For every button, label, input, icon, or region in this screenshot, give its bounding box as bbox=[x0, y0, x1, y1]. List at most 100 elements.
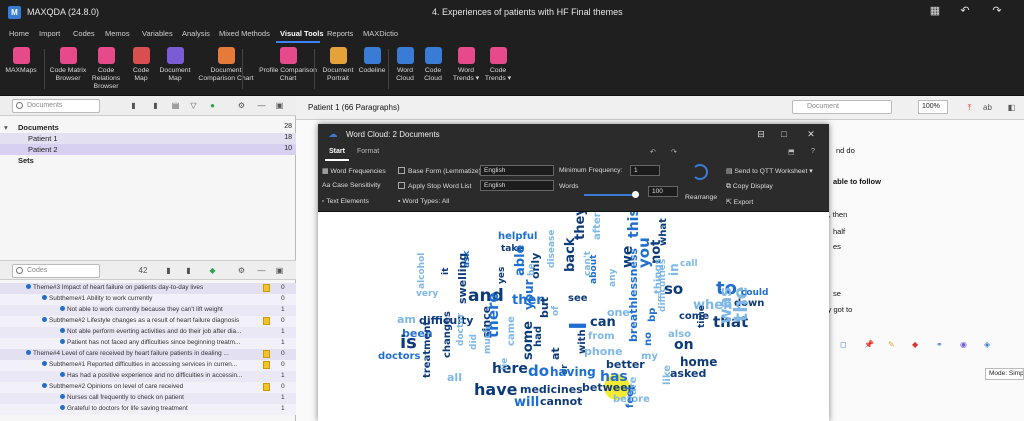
help-icon[interactable]: ? bbox=[811, 148, 815, 155]
case-sensitivity-button[interactable]: Aa Case Sensitivity bbox=[322, 182, 381, 189]
word-cloud-word[interactable]: much bbox=[483, 326, 493, 354]
word-cloud-word[interactable]: but bbox=[538, 297, 551, 318]
word-cloud-word[interactable]: am bbox=[397, 314, 416, 325]
memo-icon[interactable] bbox=[263, 383, 270, 391]
redo-icon[interactable]: ↷ bbox=[671, 148, 677, 156]
save-icon[interactable]: ⬒ bbox=[788, 148, 795, 156]
pin-window-icon[interactable]: ⊟ bbox=[755, 128, 767, 140]
word-cloud-word[interactable]: any bbox=[608, 269, 618, 287]
code-row[interactable]: Subtheme#1 Reported difficulties in acce… bbox=[0, 360, 296, 371]
min-frequency-stepper[interactable]: 1 bbox=[630, 165, 660, 176]
zoom-select[interactable]: 100% bbox=[918, 100, 948, 114]
close-icon[interactable]: ✕ bbox=[805, 128, 817, 140]
codes-search-input[interactable]: Codes bbox=[12, 264, 100, 278]
word-cloud-word[interactable]: asked bbox=[670, 368, 706, 379]
tab-start[interactable]: Start bbox=[329, 148, 345, 155]
word-cloud-word[interactable]: it bbox=[441, 268, 451, 275]
code-row[interactable]: Grateful to doctors for life saving trea… bbox=[0, 404, 296, 415]
word-cloud-word[interactable]: medicines bbox=[520, 384, 583, 395]
word-cloud-word[interactable]: be bbox=[527, 263, 537, 276]
word-cloud-word[interactable]: of bbox=[551, 306, 561, 316]
word-cloud-word[interactable]: very bbox=[416, 290, 438, 299]
word-cloud-word[interactable]: changes bbox=[442, 311, 453, 358]
documents-root[interactable]: ▾ Documents 28 bbox=[0, 122, 296, 133]
word-cloud-word[interactable]: disease bbox=[547, 229, 557, 268]
document-set-icon[interactable]: ▤ bbox=[170, 100, 181, 111]
ribbon-word-cloud-button[interactable]: Word Cloud bbox=[393, 47, 417, 83]
code-icon[interactable]: ◆ bbox=[912, 340, 918, 349]
menu-variables[interactable]: Variables bbox=[142, 29, 173, 38]
ribbon-maxmaps-button[interactable]: MAXMaps bbox=[4, 47, 38, 75]
word-cloud-word[interactable]: phone bbox=[584, 346, 623, 357]
code-new-icon[interactable]: ▮ bbox=[163, 265, 174, 276]
word-cloud-word[interactable]: is bbox=[400, 334, 417, 352]
document-new-icon[interactable]: ▮ bbox=[128, 100, 139, 111]
code-row[interactable]: Theme#4 Level of care received by heart … bbox=[0, 349, 296, 360]
words-slider[interactable] bbox=[584, 194, 636, 196]
word-cloud-word[interactable]: my bbox=[641, 352, 658, 362]
ribbon-document-map-button[interactable]: Document Map bbox=[155, 47, 195, 83]
highlight-icon[interactable]: ✎ bbox=[888, 340, 895, 349]
base-form-checkbox[interactable]: Base Form (Lemmatize) bbox=[398, 167, 481, 175]
menu-visual-tools[interactable]: Visual Tools bbox=[280, 29, 323, 38]
word-cloud-word[interactable]: no bbox=[643, 332, 654, 346]
minimize-icon[interactable]: — bbox=[256, 100, 267, 111]
word-cloud-word[interactable]: cannot bbox=[540, 396, 582, 407]
document-item-patient-1[interactable]: Patient 1 18 bbox=[0, 133, 296, 144]
code-row[interactable]: Not able perform everting activities and… bbox=[0, 327, 296, 338]
stop-word-checkbox[interactable]: Apply Stop Word List bbox=[398, 182, 471, 190]
redo-icon[interactable]: ↷ bbox=[990, 4, 1004, 18]
word-cloud-word[interactable]: all bbox=[447, 372, 462, 383]
ribbon-code-cloud-button[interactable]: Code Cloud bbox=[420, 47, 446, 83]
word-cloud-word[interactable]: feel bbox=[625, 387, 636, 408]
memo-icon[interactable] bbox=[263, 350, 270, 358]
menu-mixed-methods[interactable]: Mixed Methods bbox=[219, 29, 270, 38]
menu-home[interactable]: Home bbox=[9, 29, 29, 38]
word-cloud-word[interactable]: helpful bbox=[498, 232, 537, 242]
code-row[interactable]: Theme#3 Impact of heart failure on patie… bbox=[0, 283, 296, 294]
ribbon-profile-comparison-button[interactable]: Profile Comparison Chart bbox=[257, 47, 319, 83]
language-select-1[interactable]: English bbox=[480, 165, 554, 176]
code-row[interactable]: Subtheme#1 Ability to work currently 0 bbox=[0, 294, 296, 305]
rearrange-icon[interactable] bbox=[692, 164, 708, 180]
upload-icon[interactable]: ⤒ bbox=[964, 102, 975, 113]
word-frequencies-button[interactable]: ▦ Word Frequencies bbox=[322, 167, 386, 175]
ribbon-code-matrix-button[interactable]: Code Matrix Browser bbox=[48, 47, 88, 83]
ribbon-code-trends-button[interactable]: Code Trends ▾ bbox=[483, 47, 513, 83]
code-row[interactable]: Patient has not faced any difficulties s… bbox=[0, 338, 296, 349]
word-cloud-word[interactable]: with bbox=[577, 329, 588, 354]
word-cloud-word[interactable]: they bbox=[573, 212, 588, 240]
copy-display-button[interactable]: ⧉ Copy Display bbox=[726, 183, 773, 191]
word-cloud-word[interactable]: your bbox=[522, 279, 536, 310]
word-cloud-word[interactable]: one bbox=[607, 307, 630, 318]
word-cloud-word[interactable]: doctors bbox=[378, 352, 421, 362]
word-cloud-word[interactable]: doctor bbox=[456, 313, 466, 346]
word-cloud-word[interactable]: came bbox=[506, 316, 517, 346]
undock-icon[interactable]: ▣ bbox=[274, 265, 285, 276]
word-cloud-word[interactable]: at bbox=[549, 347, 562, 360]
code-row[interactable]: Not able to work currently because they … bbox=[0, 305, 296, 316]
activate-icon[interactable]: ● bbox=[207, 100, 218, 111]
ribbon-code-relations-button[interactable]: Code Relations Browser bbox=[83, 47, 129, 91]
word-cloud-word[interactable]: like bbox=[662, 365, 673, 385]
document-sets[interactable]: Sets bbox=[0, 155, 296, 166]
word-cloud-word[interactable]: do bbox=[528, 364, 549, 379]
code-row[interactable]: Nurses call frequently to check on patie… bbox=[0, 393, 296, 404]
text-elements-button[interactable]: ▫ Text Elements bbox=[322, 198, 369, 205]
code-row[interactable]: Has had a positive experience and no dif… bbox=[0, 371, 296, 382]
rearrange-button[interactable]: Rearrange bbox=[685, 194, 717, 201]
word-cloud-word[interactable]: did bbox=[469, 334, 479, 350]
word-cloud-word[interactable]: this bbox=[626, 212, 642, 238]
comment-icon[interactable]: ◻ bbox=[840, 340, 847, 349]
words-stepper[interactable]: 100 bbox=[648, 186, 678, 197]
undo-icon[interactable]: ↶ bbox=[650, 148, 656, 156]
ribbon-code-map-button[interactable]: Code Map bbox=[129, 47, 153, 83]
gear-icon[interactable]: ⚙ bbox=[236, 265, 247, 276]
word-cloud-word[interactable]: have bbox=[474, 382, 517, 398]
code-row[interactable]: Subtheme#2 Opinions on level of care rec… bbox=[0, 382, 296, 393]
word-cloud-word[interactable]: time bbox=[697, 305, 707, 328]
word-cloud-word[interactable]: also bbox=[668, 330, 691, 340]
tab-format[interactable]: Format bbox=[357, 148, 379, 155]
memo-icon[interactable] bbox=[263, 284, 270, 292]
word-cloud-word[interactable]: in bbox=[667, 263, 681, 276]
